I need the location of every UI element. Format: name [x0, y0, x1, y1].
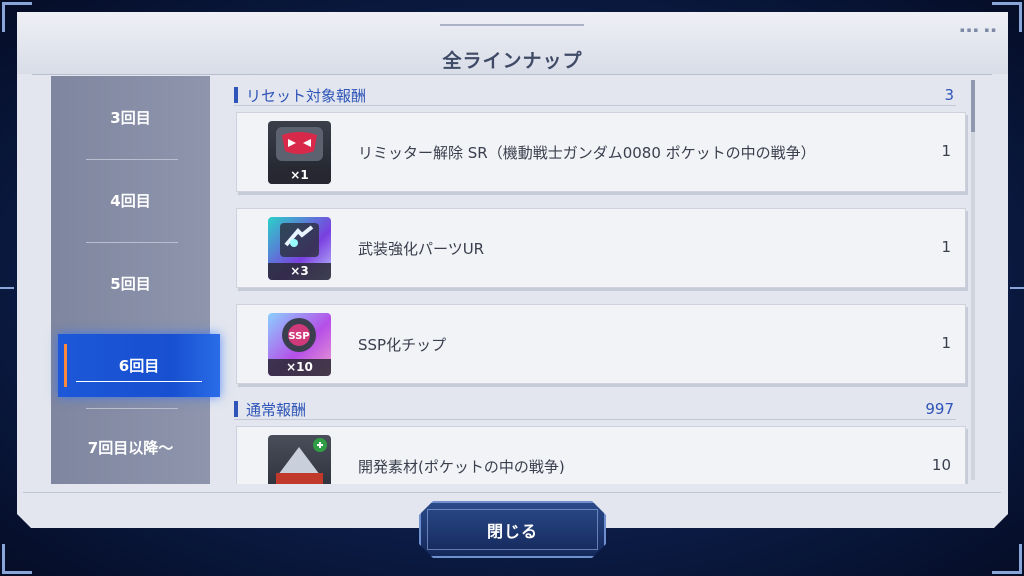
sidebar-item-round-7-plus[interactable]: 7回目以降〜: [51, 406, 210, 489]
decoration-dots: ▪▪▪ ▪▪: [960, 26, 998, 34]
section-header-reset-rewards: リセット対象報酬 3: [234, 80, 956, 106]
sidebar-item-round-6[interactable]: 6回目: [58, 334, 220, 397]
footer-divider: [23, 492, 1001, 493]
active-underline: [76, 381, 202, 382]
section-label: 通常報酬: [246, 401, 307, 419]
sidebar-item-round-5[interactable]: 5回目: [51, 242, 210, 325]
item-name: SSP化チップ: [358, 336, 447, 354]
frame-tick: [0, 287, 14, 289]
development-material-icon: [268, 435, 331, 484]
reward-list[interactable]: リセット対象報酬 3 ×1 リミッター解除 SR（機動戦士ガンダム0080 ポケ…: [232, 76, 974, 484]
svg-text:SSP: SSP: [288, 331, 309, 342]
frame-tick: [1010, 287, 1024, 289]
title-divider: [32, 74, 992, 75]
frame-corner: [2, 544, 32, 574]
development-material-icon: [276, 438, 327, 484]
list-item[interactable]: ×1 リミッター解除 SR（機動戦士ガンダム0080 ポケットの中の戦争） 1: [236, 112, 966, 192]
item-quantity: 1: [941, 238, 951, 256]
limiter-release-sr-icon: ×1: [268, 121, 331, 184]
ssp-chip-icon: SSP: [282, 318, 316, 352]
list-item[interactable]: SSP ×10 SSP化チップ 1: [236, 304, 966, 384]
frame-corner: [992, 544, 1022, 574]
sidebar-item-label: 4回目: [110, 192, 151, 210]
sidebar-item-label: 3回目: [110, 109, 151, 127]
item-multiplier: ×1: [268, 167, 331, 184]
sidebar-item-round-4[interactable]: 4回目: [51, 159, 210, 242]
limiter-release-sr-icon: [276, 127, 323, 161]
close-button-border: [427, 509, 598, 550]
section-count: 3: [944, 86, 954, 104]
ssp-chip-icon: SSP ×10: [268, 313, 331, 376]
item-quantity: 10: [931, 456, 951, 474]
dialog-title: 全ラインナップ: [442, 50, 583, 72]
close-button[interactable]: 閉じる: [419, 501, 606, 558]
section-header-normal-rewards: 通常報酬 997: [234, 394, 956, 420]
sidebar-item-label: 7回目以降〜: [87, 439, 174, 457]
item-name: リミッター解除 SR（機動戦士ガンダム0080 ポケットの中の戦争）: [358, 144, 816, 162]
active-marker: [64, 344, 67, 387]
item-quantity: 1: [941, 142, 951, 160]
sidebar-item-label: 5回目: [110, 275, 151, 293]
weapon-upgrade-parts-ur-icon: ×3: [268, 217, 331, 280]
item-quantity: 1: [941, 334, 951, 352]
item-name: 開発素材(ポケットの中の戦争): [358, 458, 565, 476]
sidebar-item-label: 6回目: [118, 357, 160, 375]
round-sidebar: 3回目 4回目 5回目 7回目以降〜: [51, 76, 210, 484]
item-multiplier: ×3: [268, 263, 331, 280]
section-marker: [234, 87, 238, 103]
weapon-upgrade-parts-ur-icon: [280, 223, 319, 257]
sidebar-item-round-3[interactable]: 3回目: [51, 76, 210, 159]
reward-list-scrollbar[interactable]: [971, 80, 975, 480]
item-multiplier: ×10: [268, 359, 331, 376]
section-label: リセット対象報酬: [246, 87, 367, 105]
top-notch-decoration: [440, 12, 584, 26]
section-count: 997: [925, 400, 954, 418]
item-name: 武装強化パーツUR: [358, 240, 485, 258]
section-marker: [234, 401, 238, 417]
list-item[interactable]: 開発素材(ポケットの中の戦争) 10: [236, 426, 966, 484]
list-item[interactable]: ×3 武装強化パーツUR 1: [236, 208, 966, 288]
scrollbar-thumb[interactable]: [971, 80, 975, 132]
